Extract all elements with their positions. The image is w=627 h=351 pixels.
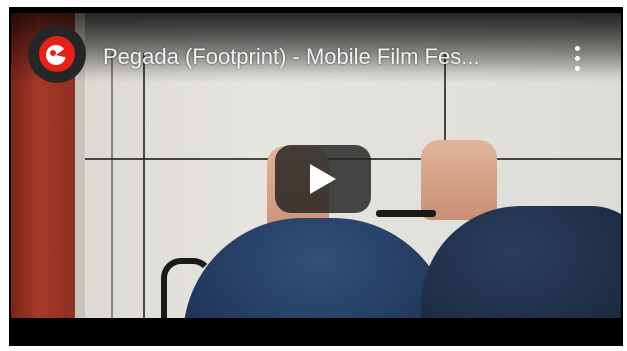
player-bottom-bar (9, 318, 623, 346)
more-vertical-icon (574, 45, 580, 51)
title-bar: Pegada (Footprint) - Mobile Film Fes... (9, 7, 623, 83)
left-leg (183, 218, 453, 318)
floor-grout-line (111, 53, 113, 318)
floor-grout-line (143, 53, 145, 318)
play-icon (310, 164, 336, 194)
video-player[interactable]: Pegada (Footprint) - Mobile Film Fes... (9, 7, 623, 346)
channel-avatar[interactable] (28, 25, 86, 83)
right-leg (421, 206, 621, 318)
more-options-button[interactable] (565, 41, 589, 75)
red-circle-logo-icon (39, 36, 75, 72)
play-button[interactable] (275, 145, 371, 213)
right-foot (421, 140, 497, 220)
video-title[interactable]: Pegada (Footprint) - Mobile Film Fes... (103, 43, 563, 71)
more-vertical-icon (574, 65, 580, 71)
more-vertical-icon (574, 55, 580, 61)
wheelchair-footrest (376, 210, 436, 217)
